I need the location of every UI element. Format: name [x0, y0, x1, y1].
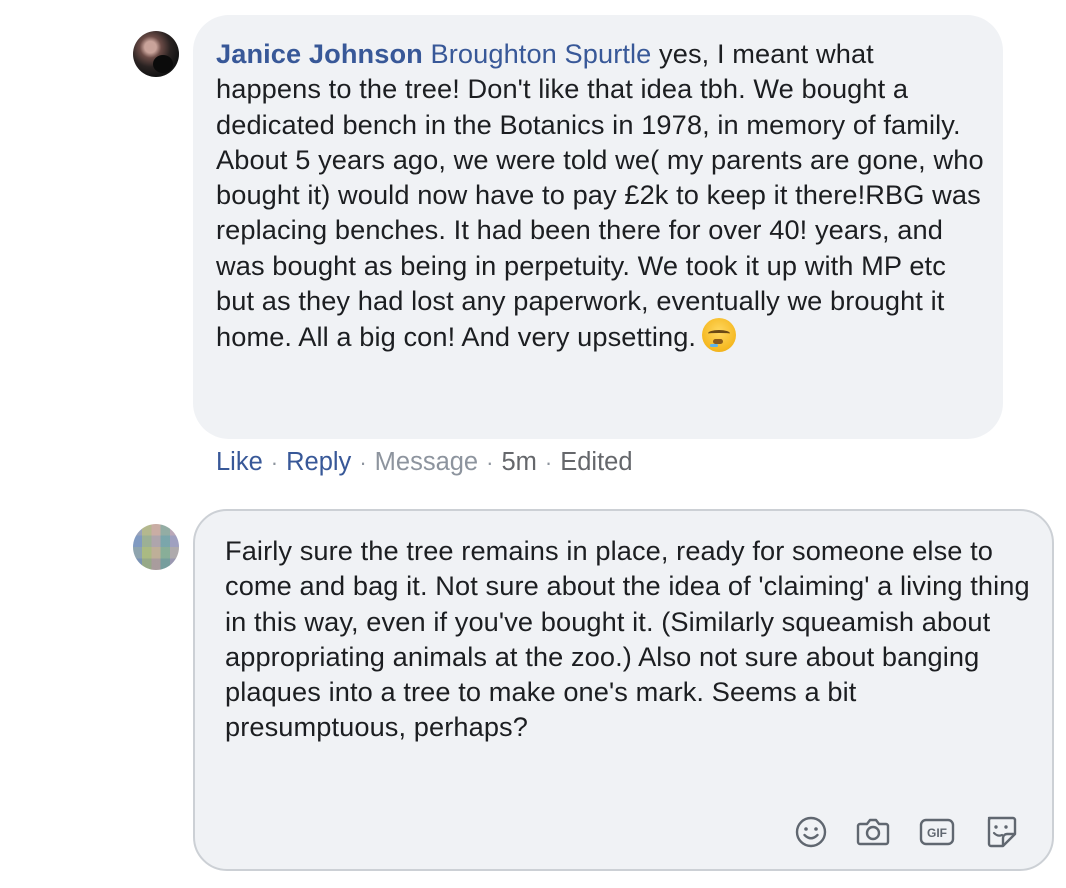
reply-link[interactable]: Reply [286, 448, 351, 476]
separator: · [486, 450, 494, 475]
reply-input-text[interactable]: Fairly sure the tree remains in place, r… [225, 533, 1035, 745]
comment-timestamp[interactable]: 5m [501, 448, 536, 476]
sticker-icon[interactable] [982, 813, 1020, 851]
like-link[interactable]: Like [216, 448, 263, 476]
commenter-avatar[interactable] [133, 31, 179, 77]
edited-label[interactable]: Edited [560, 448, 632, 476]
camera-icon[interactable] [854, 813, 892, 851]
separator: · [270, 450, 279, 475]
comment-body: Janice Johnson Broughton Spurtle yes, I … [216, 36, 986, 355]
comment-author-link[interactable]: Janice Johnson [216, 38, 423, 69]
comment-text: yes, I meant what happens to the tree! D… [216, 38, 984, 353]
comment-actions: Like · Reply · Message · 5m · Edited [216, 446, 633, 479]
gif-icon[interactable]: GIF [918, 813, 956, 851]
tagged-user-link[interactable]: Broughton Spurtle [431, 38, 652, 69]
current-user-avatar [133, 524, 179, 570]
separator: · [359, 450, 367, 475]
sad-emoji-icon [702, 318, 737, 353]
emoji-icon[interactable] [792, 813, 830, 851]
separator: · [544, 450, 553, 475]
message-link[interactable]: Message [375, 448, 478, 476]
gif-label: GIF [927, 826, 947, 840]
